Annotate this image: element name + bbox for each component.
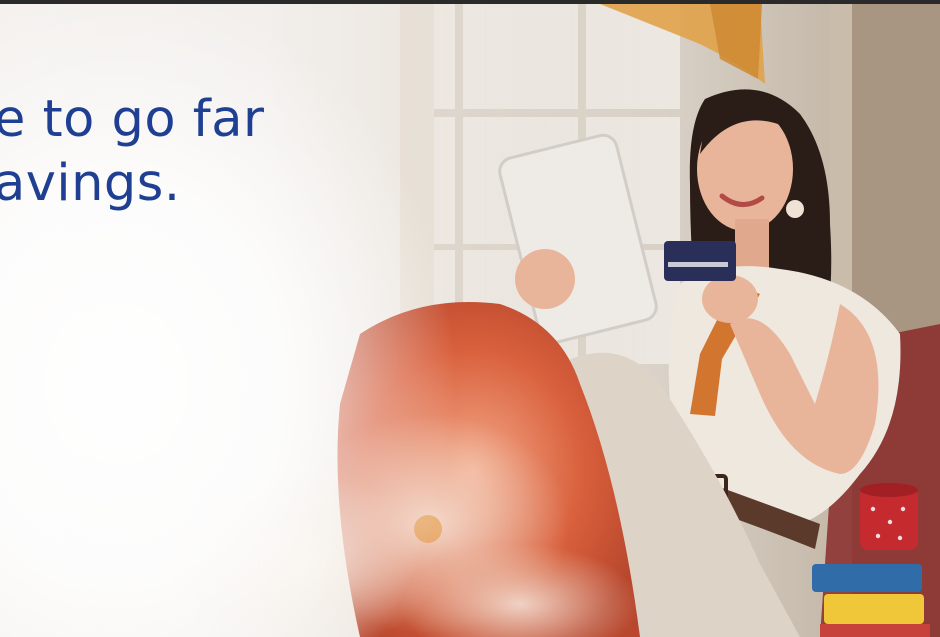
books-image — [812, 564, 930, 637]
headline-line-1: e to go far — [0, 90, 265, 149]
hero-banner: e to go far avings. — [0, 0, 940, 637]
mug-image — [860, 483, 918, 550]
hero-headline: e to go far avings. — [0, 88, 264, 216]
headline-line-2: avings. — [0, 154, 181, 213]
credit-card-image — [664, 241, 736, 281]
